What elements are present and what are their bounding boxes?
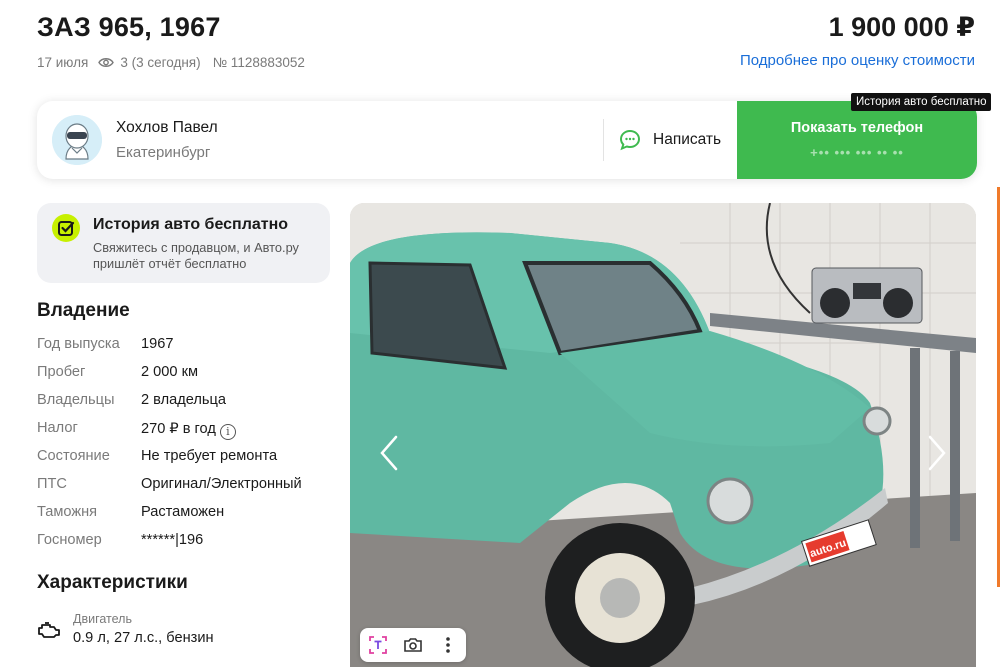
spec-key: Налог: [37, 420, 78, 436]
photo-toolbar: [360, 628, 466, 662]
price-estimate-link[interactable]: Подробнее про оценку стоимости: [740, 52, 975, 69]
engine-icon: [38, 622, 60, 638]
spec-row: Год выпуска 1967: [37, 336, 327, 356]
engine-value: 0.9 л, 27 л.с., бензин: [73, 630, 214, 646]
listing-date: 17 июля: [37, 55, 89, 70]
seller-card: Хохлов Павел Екатеринбург Написать Показ…: [37, 101, 977, 179]
spec-key: Пробег: [37, 364, 86, 380]
spec-value: 2 владельца: [141, 392, 226, 408]
spec-key: ПТС: [37, 476, 67, 492]
listing-meta: 17 июля 3 (3 сегодня) № 1128883052: [37, 55, 305, 70]
history-promo[interactable]: История авто бесплатно Свяжитесь с прода…: [37, 203, 330, 283]
divider: [603, 119, 604, 161]
more-icon: [445, 637, 450, 653]
spec-value: ******|196: [141, 532, 204, 548]
camera-search-icon: [403, 638, 422, 652]
spec-row: Состояние Не требует ремонта: [37, 448, 327, 468]
text-recognition-icon: [368, 636, 387, 654]
spec-value: Растаможен: [141, 504, 225, 520]
ownership-title: Владение: [37, 300, 130, 321]
chat-icon: [619, 129, 641, 151]
seller-city: Екатеринбург: [116, 144, 211, 161]
avatar[interactable]: [52, 115, 102, 165]
listing-number: № 1128883052: [212, 55, 305, 70]
eye-icon: [98, 58, 115, 67]
spec-key: Состояние: [37, 448, 110, 464]
spec-row: ПТС Оригинал/Электронный: [37, 476, 327, 496]
show-phone-label: Показать телефон: [790, 120, 924, 136]
history-tooltip: История авто бесплатно: [851, 93, 992, 111]
spec-row: Налог 270 ₽ в год i: [37, 420, 327, 440]
seller-name[interactable]: Хохлов Павел: [116, 119, 218, 137]
spec-key: Таможня: [37, 504, 98, 520]
info-icon[interactable]: i: [219, 424, 236, 440]
text-recognition-button[interactable]: [360, 628, 395, 662]
write-message-button[interactable]: Написать: [615, 119, 735, 161]
spec-row: Госномер ******|196: [37, 532, 327, 552]
spec-row: Владельцы 2 владельца: [37, 392, 327, 412]
avatar-helmet-icon: [52, 115, 102, 165]
car-photo: auto.ru: [350, 203, 976, 667]
spec-key: Госномер: [37, 532, 102, 548]
spec-key: Год выпуска: [37, 336, 120, 352]
show-phone-button[interactable]: Показать телефон +•• ••• ••• •• ••: [737, 101, 977, 179]
spec-value: Оригинал/Электронный: [141, 476, 302, 492]
characteristics-title: Характеристики: [37, 572, 188, 593]
masked-phone: +•• ••• ••• •• ••: [810, 145, 904, 160]
spec-row: Таможня Растаможен: [37, 504, 327, 524]
spec-row: Пробег 2 000 км: [37, 364, 327, 384]
listing-title: ЗАЗ 965, 1967: [37, 12, 221, 42]
previous-photo-icon[interactable]: [374, 433, 404, 473]
spec-value-tax: 270 ₽ в год i: [141, 420, 236, 440]
history-title: История авто бесплатно: [93, 216, 289, 233]
tax-value: 270 ₽ в год: [141, 421, 216, 437]
car-photo-gallery[interactable]: auto.ru: [350, 203, 976, 667]
spec-value: 1967: [141, 336, 174, 352]
price: 1 900 000 ₽: [828, 12, 975, 42]
views-count: 3 (3 сегодня): [120, 55, 201, 70]
next-photo-icon[interactable]: [922, 433, 952, 473]
spec-value: Не требует ремонта: [141, 448, 278, 464]
spec-key: Владельцы: [37, 392, 115, 408]
checkmark-badge-icon: [52, 214, 80, 242]
more-button[interactable]: [430, 628, 465, 662]
engine-label: Двигатель: [73, 612, 132, 626]
image-search-button[interactable]: [395, 628, 430, 662]
write-message-label: Написать: [653, 131, 722, 148]
spec-value: 2 000 км: [141, 364, 198, 380]
history-text: Свяжитесь с продавцом, и Авто.ру пришлёт…: [93, 240, 299, 271]
